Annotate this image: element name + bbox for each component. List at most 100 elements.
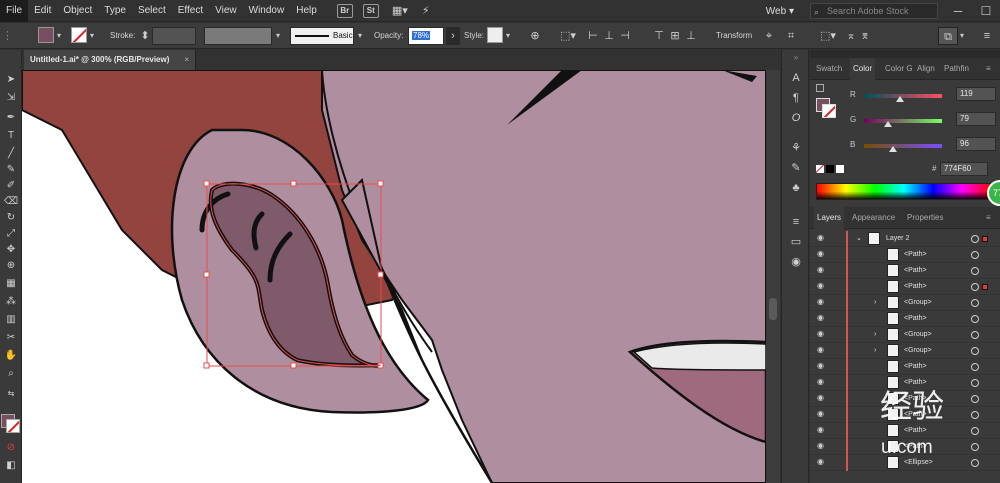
transform-button[interactable]: Transform [716, 27, 752, 45]
layer-row[interactable]: ◉ › <Group> [810, 343, 1000, 359]
target-circle-icon[interactable] [971, 363, 979, 371]
expand-chevron-icon[interactable]: › [874, 327, 876, 343]
menu-window[interactable]: Window [243, 0, 291, 22]
fill-swatch[interactable] [38, 27, 54, 43]
default-colors-icon[interactable] [816, 84, 824, 92]
eraser-tool-icon[interactable]: ⌫ [2, 194, 20, 210]
stroke-stepper[interactable]: ⬍ [138, 27, 152, 45]
artboard-canvas[interactable] [22, 70, 766, 483]
maximize-icon[interactable]: ☐ [972, 4, 1000, 18]
target-circle-icon[interactable] [971, 235, 979, 243]
pen-tool-icon[interactable]: ✒ [2, 110, 20, 126]
expand-chevron-icon[interactable]: › [874, 295, 876, 311]
layer-row[interactable]: ◉ <Path> [810, 359, 1000, 375]
perspective-grid-tool-icon[interactable]: ▦ [2, 276, 20, 292]
hex-input[interactable]: 774F60 [940, 162, 988, 176]
selection-indicator[interactable] [982, 284, 988, 290]
type-tool-icon[interactable]: T [2, 128, 20, 144]
visibility-eye-icon[interactable]: ◉ [817, 442, 827, 450]
layers-panel-menu-icon[interactable]: ≡ [986, 207, 991, 229]
green-value-input[interactable]: 79 [956, 112, 996, 126]
panel-menu-dropdown-icon[interactable]: ▾ [960, 27, 964, 45]
target-circle-icon[interactable] [971, 427, 979, 435]
collapse-panels-icon[interactable]: » [787, 50, 805, 66]
visibility-eye-icon[interactable]: ◉ [817, 362, 827, 370]
recolor-artwork-icon[interactable]: ⊕ [528, 27, 542, 45]
scale-tool-icon[interactable]: ⤢ [2, 226, 20, 242]
menu-edit[interactable]: Edit [28, 0, 57, 22]
target-circle-icon[interactable] [971, 299, 979, 307]
visibility-eye-icon[interactable]: ◉ [817, 314, 827, 322]
layer-row-top[interactable]: ◉ ⌄ Layer 2 [810, 231, 1000, 247]
workspace-switcher[interactable]: Web ▾ [766, 6, 794, 17]
black-swatch[interactable] [826, 165, 834, 173]
scroll-thumb[interactable] [769, 298, 777, 320]
graph-tool-icon[interactable]: ▥ [2, 312, 20, 328]
visibility-eye-icon[interactable]: ◉ [817, 282, 827, 290]
expand-chevron-icon[interactable]: › [874, 343, 876, 359]
visibility-eye-icon[interactable]: ◉ [817, 458, 827, 466]
stroke-dropdown-icon[interactable]: ▾ [90, 27, 94, 45]
visibility-eye-icon[interactable]: ◉ [817, 266, 827, 274]
stroke-weight-input[interactable] [152, 27, 196, 45]
variable-width-profile[interactable] [204, 27, 272, 45]
menu-view[interactable]: View [209, 0, 243, 22]
shape-builder-tool-icon[interactable]: ⊕ [2, 258, 20, 274]
layer-row[interactable]: ◉ <Path> [810, 247, 1000, 263]
tab-appearance[interactable]: Appearance [852, 207, 895, 229]
visibility-eye-icon[interactable]: ◉ [817, 234, 827, 242]
opacity-expand-icon[interactable]: › [446, 27, 460, 45]
minimize-icon[interactable]: ─ [944, 4, 972, 18]
wrap-icon[interactable]: ⌅ [844, 27, 858, 45]
visibility-eye-icon[interactable]: ◉ [817, 250, 827, 258]
visibility-eye-icon[interactable]: ◉ [817, 394, 827, 402]
menu-help[interactable]: Help [290, 0, 323, 22]
transparency-panel-icon[interactable]: ◉ [787, 254, 805, 270]
visibility-eye-icon[interactable]: ◉ [817, 346, 827, 354]
target-circle-icon[interactable] [971, 315, 979, 323]
opentype-panel-icon[interactable]: O [787, 110, 805, 126]
paragraph-panel-icon[interactable]: ¶ [787, 90, 805, 106]
menu-object[interactable]: Object [57, 0, 98, 22]
align-right-icon[interactable]: ⊣ [618, 27, 632, 45]
target-circle-icon[interactable] [971, 267, 979, 275]
selection-tool-icon[interactable]: ➤ [2, 72, 20, 88]
brush-definition[interactable]: Basic [290, 27, 354, 45]
symbols-panel-icon[interactable]: ♣ [787, 180, 805, 196]
panel-menu-icon[interactable]: ⧉ [938, 27, 958, 45]
gradient-panel-icon[interactable]: ▭ [787, 234, 805, 250]
tab-align[interactable]: Align [917, 58, 935, 80]
white-swatch[interactable] [836, 165, 844, 173]
stock-button[interactable]: St [362, 3, 379, 18]
target-circle-icon[interactable] [971, 443, 979, 451]
arrange-documents-icon[interactable]: ▦▾ [389, 2, 411, 20]
hand-tool-icon[interactable]: ✋ [2, 348, 20, 364]
layer-row[interactable]: ◉ <Path> [810, 279, 1000, 295]
menu-effect[interactable]: Effect [172, 0, 209, 22]
target-circle-icon[interactable] [971, 459, 979, 467]
stroke-panel-icon[interactable]: ≡ [787, 214, 805, 230]
blue-value-input[interactable]: 96 [956, 137, 996, 151]
stroke-swatch[interactable] [71, 27, 87, 43]
align-bottom-icon[interactable]: ⊥ [684, 27, 698, 45]
color-stroke-box[interactable] [822, 104, 836, 118]
target-circle-icon[interactable] [971, 331, 979, 339]
color-spectrum[interactable] [816, 183, 992, 200]
close-tab-icon[interactable]: × [184, 50, 189, 70]
align-center-icon[interactable]: ⊥ [602, 27, 616, 45]
align-middle-icon[interactable]: ⊞ [668, 27, 682, 45]
line-tool-icon[interactable]: ╱ [2, 146, 20, 162]
target-circle-icon[interactable] [971, 379, 979, 387]
character-panel-icon[interactable]: A [787, 70, 805, 86]
visibility-eye-icon[interactable]: ◉ [817, 330, 827, 338]
tab-properties[interactable]: Properties [907, 207, 943, 229]
tab-layers[interactable]: Layers [814, 207, 845, 229]
target-circle-icon[interactable] [971, 251, 979, 259]
rotate-tool-icon[interactable]: ↻ [2, 210, 20, 226]
visibility-eye-icon[interactable]: ◉ [817, 426, 827, 434]
tab-color[interactable]: Color [850, 58, 876, 80]
target-circle-icon[interactable] [971, 347, 979, 355]
puppet-warp-tool-icon[interactable]: ✥ [2, 242, 20, 258]
red-slider-thumb[interactable] [896, 96, 905, 102]
profile-dropdown-icon[interactable]: ▾ [276, 27, 280, 45]
